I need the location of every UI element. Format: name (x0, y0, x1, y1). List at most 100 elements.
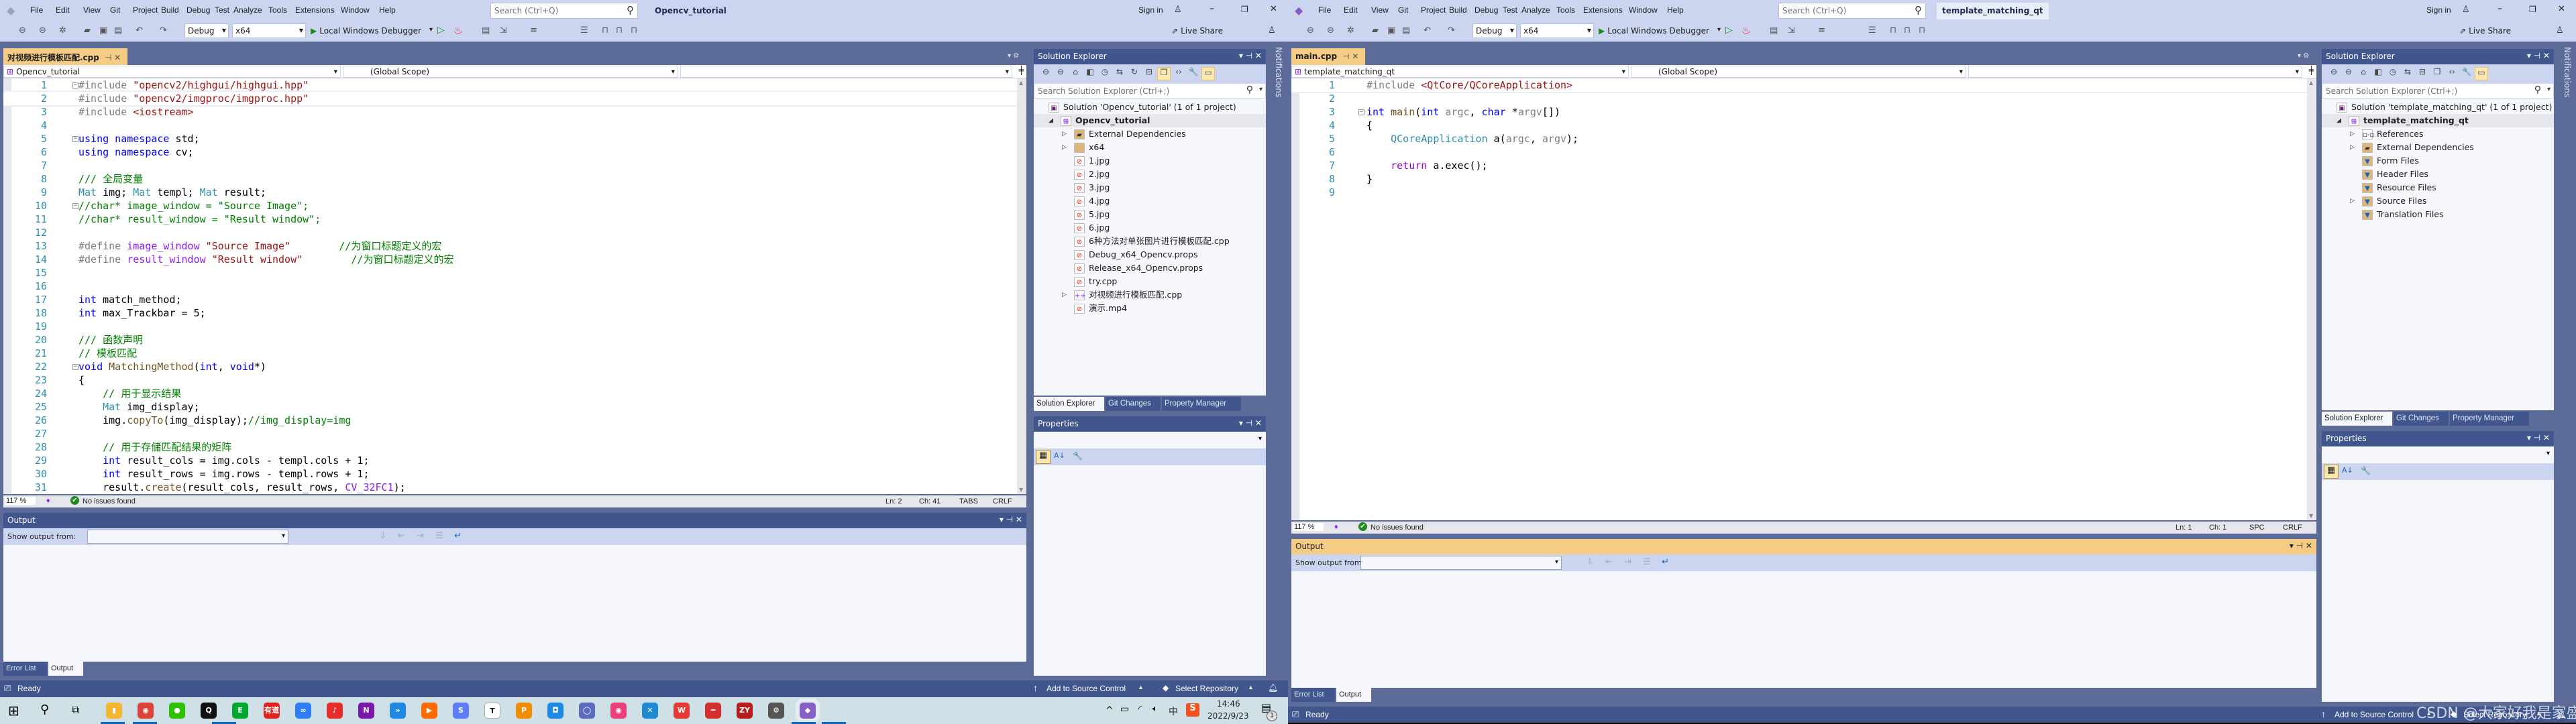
chevron-down-icon[interactable]: ▼ (1622, 69, 1625, 74)
column-indicator[interactable]: Ch: 1 (2209, 524, 2226, 532)
menu-analyze[interactable]: Analyze (233, 5, 262, 15)
solution-search-input[interactable]: Search Solution Explorer (Ctrl+;) ⚲ ▾ (1034, 83, 1266, 99)
arrow-up-icon[interactable]: ↑ (2321, 709, 2326, 719)
menu-extensions[interactable]: Extensions (1583, 5, 1623, 15)
tree-item[interactable]: ▷ ▼ Source Files (2350, 194, 2426, 208)
chevron-down-icon[interactable]: ▾ (1717, 26, 1721, 34)
home-icon[interactable]: ⌂ (1069, 67, 1082, 80)
chevron-up-icon[interactable]: ▴ (1139, 684, 1142, 691)
search-icon[interactable]: ⚲ (627, 4, 634, 16)
output-source-dropdown[interactable]: ▾ (1360, 556, 1562, 570)
categorized-icon[interactable]: ▦ (1036, 450, 1051, 464)
chevron-down-icon[interactable]: ▼ (299, 27, 303, 34)
bookmark-prev-icon[interactable]: ⊓ (1904, 25, 1911, 36)
switch-views-icon[interactable]: ◧ (2371, 67, 2385, 80)
bookmark-icon[interactable]: ⊓ (1890, 25, 1896, 36)
bookmark-next-icon[interactable]: ⊓ (631, 25, 637, 36)
chevron-down-icon[interactable]: ▾ (2546, 450, 2550, 457)
collapse-toggle-icon[interactable]: − (1358, 109, 1364, 115)
word-wrap-icon[interactable]: ↵ (1662, 557, 1669, 567)
zoom-level-dropdown[interactable]: 117 % (1293, 523, 1324, 531)
tab-error-list[interactable]: Error List (1291, 688, 1335, 702)
chevron-down-icon[interactable]: ▼ (1510, 27, 1514, 34)
solution-explorer-icon[interactable]: ▤ (482, 25, 490, 36)
scroll-up-icon[interactable]: ▲ (2309, 80, 2313, 86)
forward-icon[interactable]: ⊖ (2342, 67, 2355, 80)
issues-status[interactable]: No issues found (83, 497, 136, 505)
document-tab[interactable]: 对视频进行模板匹配.cpp ⊣ ✕ (3, 48, 127, 65)
scope-dropdown[interactable]: (Global Scope) ▼ (1631, 66, 1966, 78)
add-to-source-control[interactable]: Add to Source Control (1046, 684, 1126, 693)
scroll-down-icon[interactable]: ▼ (2309, 513, 2313, 519)
circle-app-icon[interactable]: ◯ (579, 703, 595, 719)
wechat-icon[interactable]: ● (169, 703, 185, 719)
bookmark-icon[interactable]: ⊓ (602, 25, 608, 36)
menu-edit[interactable]: Edit (1344, 5, 1358, 15)
notification-bell-icon[interactable]: 🔔︎ (1268, 683, 1278, 692)
save-icon[interactable]: ▣ (1387, 25, 1395, 36)
menu-edit[interactable]: Edit (56, 5, 70, 15)
configuration-dropdown[interactable]: Debug ▼ (184, 23, 229, 38)
back-icon[interactable]: ⊖ (1039, 67, 1053, 80)
chevron-down-icon[interactable]: ▾ (2547, 86, 2551, 93)
preview-icon[interactable]: ▭ (1201, 67, 1215, 80)
tree-item[interactable]: ⊘ 4.jpg (1074, 194, 1110, 208)
menu-tools[interactable]: Tools (1556, 5, 1575, 15)
minimize-icon[interactable]: – (1210, 3, 1214, 14)
save-icon[interactable]: ▣ (99, 25, 107, 36)
menu-debug[interactable]: Debug (186, 5, 210, 15)
next-message-icon[interactable]: ⇥ (1624, 557, 1631, 567)
platform-dropdown[interactable]: x64 ▼ (1520, 23, 1594, 38)
scroll-down-icon[interactable]: ▼ (1019, 487, 1023, 493)
tab-error-list[interactable]: Error List (3, 662, 47, 676)
pin-icon[interactable]: ⊣ ✕ (105, 53, 121, 62)
solution-search-input[interactable]: Search Solution Explorer (Ctrl+;) ⚲ ▾ (2322, 83, 2554, 99)
menu-tools[interactable]: Tools (268, 5, 287, 15)
property-pages-icon[interactable]: 🔧 (1073, 451, 1083, 461)
editor-vertical-scrollbar[interactable]: ▲ ▼ (2307, 78, 2316, 520)
tree-item[interactable]: ▼ Header Files (2362, 168, 2428, 181)
configuration-dropdown[interactable]: Debug ▼ (1472, 23, 1517, 38)
start-debugging-button[interactable]: ▶ Local Windows Debugger (1599, 26, 1709, 36)
step-icon[interactable]: ⇲ (1788, 25, 1795, 36)
menu-window[interactable]: Window (341, 5, 370, 15)
windows-start-icon[interactable]: ⊞ (8, 703, 19, 719)
platform-dropdown[interactable]: x64 ▼ (232, 23, 306, 38)
tree-item[interactable]: ▷ ▰ External Dependencies (2350, 141, 2474, 154)
prev-message-icon[interactable]: ⇤ (398, 531, 405, 541)
collapsed-arrow-icon[interactable]: ▷ (1062, 127, 1067, 141)
file-explorer-icon[interactable]: ▮ (106, 703, 122, 719)
collapse-toggle-icon[interactable]: − (72, 203, 78, 209)
next-message-icon[interactable]: ⇥ (417, 531, 424, 541)
line-ending[interactable]: CRLF (993, 497, 1012, 505)
show-hidden-icons-icon[interactable]: ^ (1106, 705, 1114, 716)
menu-debug[interactable]: Debug (1474, 5, 1498, 15)
refresh-icon[interactable]: ↻ (1128, 67, 1141, 80)
account-icon[interactable]: ♙ (2462, 5, 2470, 15)
task-view-icon[interactable]: ⧉ (72, 703, 79, 717)
open-icon[interactable]: ▰ (84, 25, 91, 36)
collapsed-arrow-icon[interactable]: ▷ (2350, 194, 2355, 208)
line-indicator[interactable]: Ln: 2 (885, 497, 902, 505)
hot-reload-icon[interactable]: ♨ (1741, 24, 1750, 36)
code-editor[interactable]: 1 #include <QtCore/QCoreApplication> 2 3− in… (1291, 78, 2307, 520)
line-ending[interactable]: CRLF (2283, 524, 2302, 532)
netease-music-icon[interactable]: ♪ (327, 703, 343, 719)
evernote-icon[interactable]: E (232, 703, 248, 719)
member-dropdown[interactable]: ▼ (680, 66, 1012, 78)
chevron-down-icon[interactable]: ▼ (672, 69, 675, 74)
typora-icon[interactable]: T (484, 703, 500, 719)
properties-icon[interactable]: 🔧 (1187, 67, 1200, 80)
sign-in-link[interactable]: Sign in (2426, 5, 2451, 15)
menu-file[interactable]: File (1318, 5, 1331, 15)
format-icon[interactable]: ≡ (1818, 25, 1825, 36)
tab-overflow-icon[interactable]: ▾ ⚙ (2298, 52, 2309, 60)
document-tab[interactable]: main.cpp ⊣ ✕ (1291, 48, 1365, 65)
code-view-icon[interactable]: ‹› (1172, 67, 1185, 80)
undo-icon[interactable]: ↶ (1424, 25, 1431, 36)
hot-reload-icon[interactable]: ♨ (453, 24, 462, 36)
chevron-down-icon[interactable]: ▼ (1006, 69, 1009, 74)
chevron-down-icon[interactable]: ▼ (1587, 27, 1591, 34)
chevron-up-icon[interactable]: ▴ (1249, 684, 1252, 691)
back-icon[interactable]: ⊖ (2327, 67, 2341, 80)
